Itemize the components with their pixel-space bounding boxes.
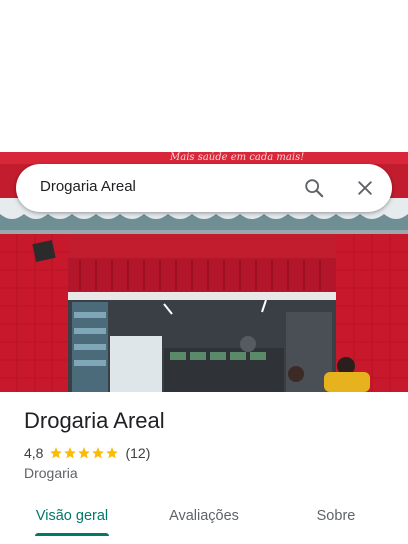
banner-text: Mais saúde em cada mais! [169,152,304,163]
search-bar[interactable]: Drogaria Areal [16,164,392,212]
search-input[interactable]: Drogaria Areal [40,178,136,195]
close-icon[interactable] [351,174,379,202]
star-icon [64,447,77,459]
search-icon[interactable] [300,174,328,202]
tab-about[interactable]: Sobre [296,496,376,536]
place-title: Drogaria Areal [24,408,165,433]
star-rating [49,446,119,460]
tab-selected-indicator [35,533,109,536]
tab-reviews[interactable]: Avaliações [156,496,252,536]
star-icon [78,447,91,459]
tab-overview[interactable]: Visão geral [24,496,120,536]
star-icon [92,447,105,459]
star-icon [50,447,63,459]
place-tabs: Visão geral Avaliações Sobre [0,496,408,544]
rating-value: 4,8 [24,445,44,461]
map-top-area [0,0,408,152]
review-count[interactable]: (12) [125,445,150,461]
place-category: Drogaria [24,465,78,481]
rating-row[interactable]: 4,8 (12) [24,444,150,462]
star-icon [106,447,119,459]
